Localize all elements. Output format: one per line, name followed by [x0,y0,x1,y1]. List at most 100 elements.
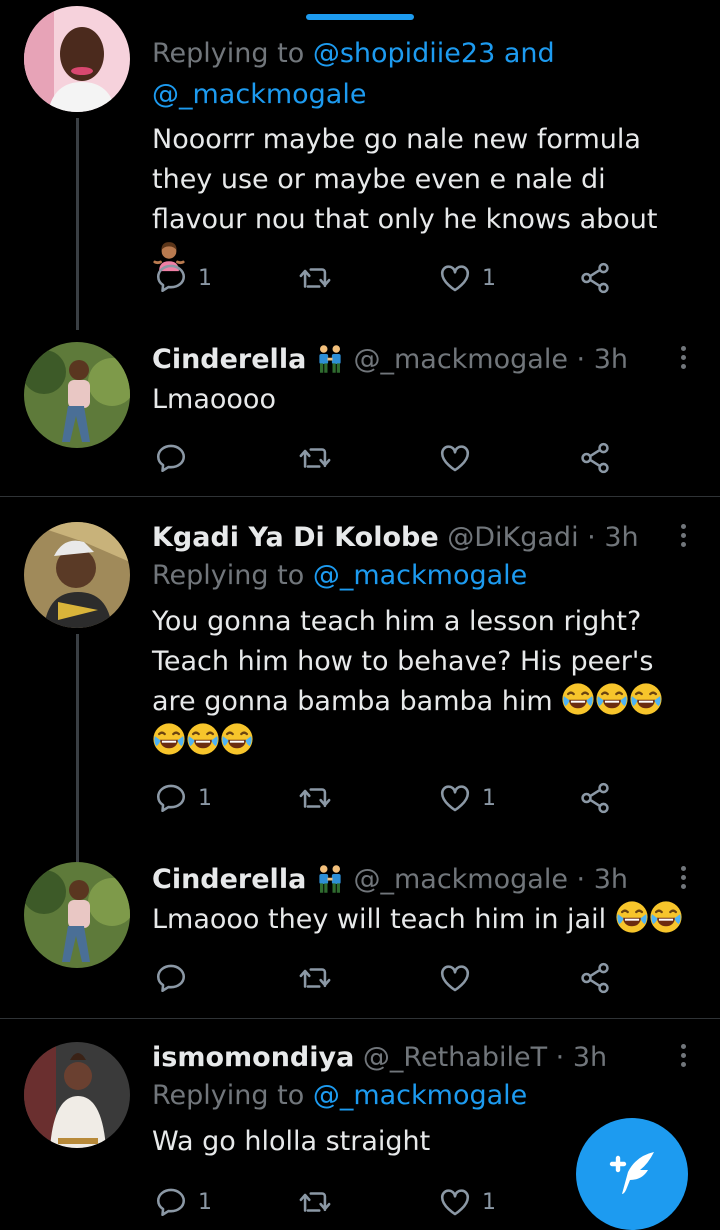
retweet-button[interactable] [298,778,332,818]
retweet-button[interactable] [298,1182,332,1222]
heart-icon [438,1185,472,1219]
tweet-header: ismomondiya @_RethabileT · 3h [152,1036,650,1080]
share-icon [578,961,612,995]
separator-dot: · [555,1042,565,1073]
retweet-icon [298,261,332,295]
tweet-actions [152,438,622,478]
face-with-tears-of-joy-icon [220,722,254,756]
share-button[interactable] [578,438,612,478]
tweet-3[interactable]: Kgadi Ya Di Kolobe @DiKgadi · 3h Replyin… [0,516,720,864]
display-name[interactable]: Cinderella [152,864,306,895]
avatar[interactable] [24,1042,130,1148]
tweet-actions: 1 1 [152,778,622,818]
mention-link[interactable]: @shopidiie23 and [313,38,555,69]
retweet-button[interactable] [298,958,332,998]
reply-icon [154,441,188,475]
reply-button[interactable] [154,438,188,478]
reply-button[interactable]: 1 [154,258,212,298]
tweet-header: Cinderella @_mackmogale · 3h [152,858,650,902]
like-button[interactable]: 1 [438,1182,496,1222]
reply-icon [154,961,188,995]
replying-to-line2: @_mackmogale [152,75,366,115]
face-with-tears-of-joy-icon [561,682,595,716]
retweet-icon [298,961,332,995]
share-button[interactable] [578,778,612,818]
display-name[interactable]: ismomondiya [152,1042,354,1073]
heart-icon [438,961,472,995]
user-handle[interactable]: @DiKgadi [447,522,578,553]
share-icon [578,441,612,475]
tweet-header: Kgadi Ya Di Kolobe @DiKgadi · 3h [152,516,650,560]
separator-dot: · [576,344,586,375]
two-men-holding-hands-icon [315,864,345,894]
share-button[interactable] [578,958,612,998]
reply-icon [154,781,188,815]
thread-line [76,634,79,864]
reply-icon [154,1185,188,1219]
display-name[interactable]: Cinderella [152,344,306,375]
share-icon [578,261,612,295]
two-men-holding-hands-icon [315,344,345,374]
retweet-icon [298,781,332,815]
tweet-text: Lmaoooo [152,384,276,415]
scroll-indicator [306,14,414,20]
face-with-tears-of-joy-icon [595,682,629,716]
reply-button[interactable]: 1 [154,778,212,818]
timestamp[interactable]: 3h [594,864,628,895]
user-handle[interactable]: @_mackmogale [353,864,567,895]
mention-link[interactable]: @_mackmogale [313,560,527,591]
heart-icon [438,441,472,475]
share-button[interactable] [578,258,612,298]
retweet-button[interactable] [298,258,332,298]
timestamp[interactable]: 3h [604,522,638,553]
divider [0,330,720,331]
reply-button[interactable] [154,958,188,998]
reply-button[interactable]: 1 [154,1182,212,1222]
compose-tweet-icon [609,1152,654,1194]
face-with-tears-of-joy-icon [152,722,186,756]
reply-icon [154,261,188,295]
compose-tweet-button[interactable] [576,1118,688,1230]
face-with-tears-of-joy-icon [629,682,663,716]
divider [0,496,720,497]
separator-dot: · [576,864,586,895]
divider [0,1018,720,1019]
like-button[interactable]: 1 [438,258,496,298]
display-name[interactable]: Kgadi Ya Di Kolobe [152,522,439,553]
retweet-button[interactable] [298,438,332,478]
avatar[interactable] [24,342,130,448]
more-options-icon[interactable] [678,866,688,896]
tweet-actions [152,958,622,998]
timestamp[interactable]: 3h [573,1042,607,1073]
heart-icon [438,261,472,295]
replying-to: Replying to @shopidiie23 and [152,38,555,69]
tweet-actions: 1 1 [152,258,622,298]
tweet-2[interactable]: Cinderella @_mackmogale · 3h Lmaoooo [0,336,720,496]
replying-to: Replying to @_mackmogale [152,1080,528,1111]
avatar[interactable] [24,6,130,112]
face-with-tears-of-joy-icon [615,900,649,934]
more-options-icon[interactable] [678,1044,688,1074]
replying-to: Replying to @_mackmogale [152,560,528,591]
tweet-header: Cinderella @_mackmogale · 3h [152,338,650,382]
avatar[interactable] [24,522,130,628]
like-button[interactable] [438,958,472,998]
tweet-text: Nooorrr maybe go nale new formula they u… [152,120,700,280]
user-handle[interactable]: @_mackmogale [353,344,567,375]
more-options-icon[interactable] [678,524,688,554]
mention-link[interactable]: @_mackmogale [313,1080,527,1111]
timestamp[interactable]: 3h [594,344,628,375]
user-handle[interactable]: @_RethabileT [363,1042,547,1073]
tweet-text: Lmaooo they will teach him in jail [152,900,700,940]
avatar[interactable] [24,862,130,968]
tweet-4[interactable]: Cinderella @_mackmogale · 3h Lmaooo they… [0,858,720,1018]
tweet-1[interactable]: Replying to @shopidiie23 and @_mackmogal… [0,0,720,330]
mention-link[interactable]: @_mackmogale [152,79,366,110]
like-button[interactable]: 1 [438,778,496,818]
tweet-text: You gonna teach him a lesson right? Teac… [152,602,700,762]
more-options-icon[interactable] [678,346,688,376]
share-icon [578,781,612,815]
thread-line [76,118,79,330]
like-button[interactable] [438,438,472,478]
separator-dot: · [587,522,596,553]
